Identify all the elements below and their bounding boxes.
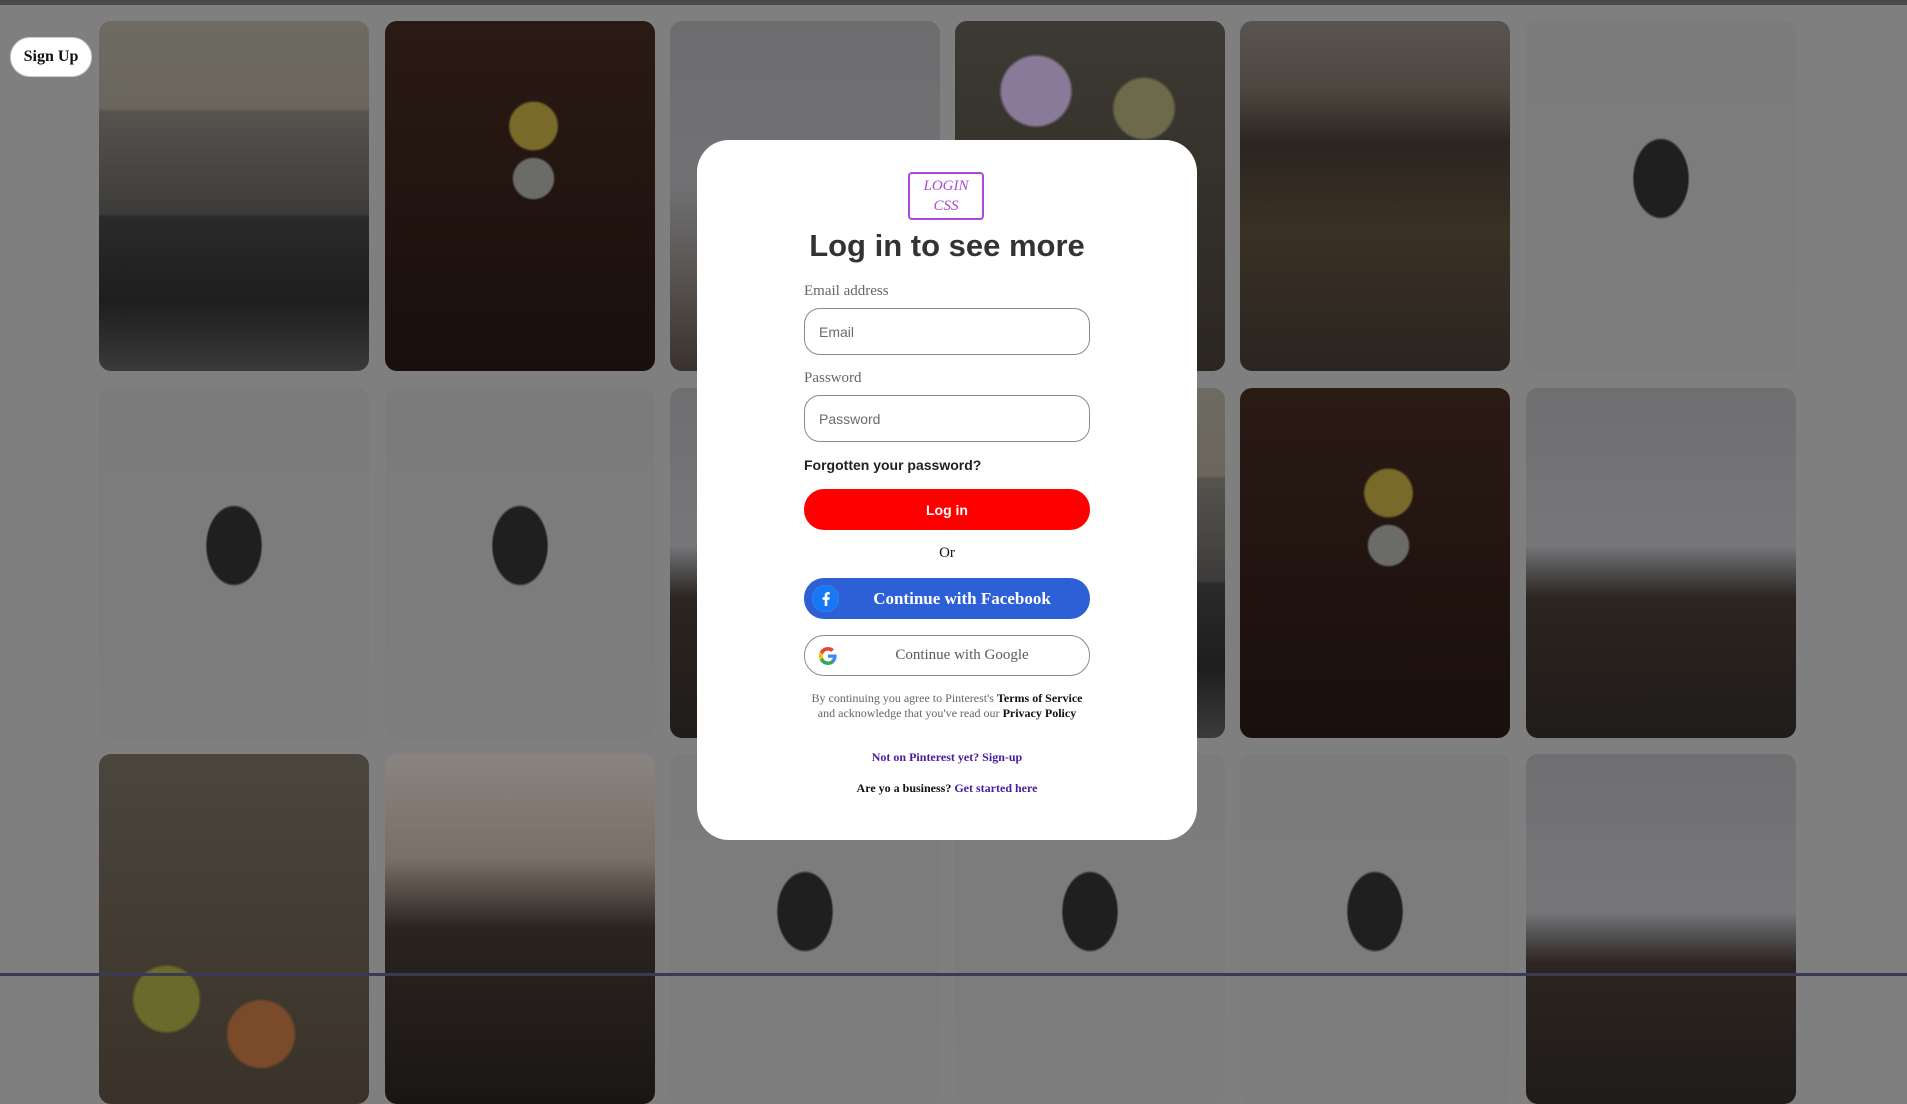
terms-middle: and acknowledge that you've read our bbox=[817, 706, 1000, 720]
pin-image[interactable] bbox=[1526, 754, 1796, 1104]
terms-text: By continuing you agree to Pinterest's T… bbox=[807, 691, 1087, 721]
or-divider: Or bbox=[939, 545, 955, 561]
google-button-label: Continue with Google bbox=[895, 647, 1029, 663]
facebook-button-label: Continue with Facebook bbox=[873, 588, 1051, 608]
password-label: Password bbox=[804, 370, 862, 386]
continue-with-google-button[interactable]: Continue with Google bbox=[804, 635, 1090, 676]
logo-line-2: CSS bbox=[933, 198, 959, 214]
signup-link[interactable]: Not on Pinterest yet? Sign-up bbox=[872, 750, 1022, 764]
business-prefix: Are yo a business? bbox=[856, 781, 952, 795]
pin-image[interactable] bbox=[385, 21, 655, 371]
login-modal: LOGIN CSS Log in to see more Email addre… bbox=[697, 140, 1197, 840]
email-label: Email address bbox=[804, 283, 889, 299]
pin-image[interactable] bbox=[99, 754, 369, 1104]
login-css-logo: LOGIN CSS bbox=[908, 172, 984, 220]
privacy-policy-link[interactable]: Privacy Policy bbox=[1003, 706, 1077, 720]
pin-image[interactable] bbox=[1526, 21, 1796, 371]
page-title: Log in to see more bbox=[809, 228, 1085, 263]
terms-prefix: By continuing you agree to Pinterest's bbox=[811, 691, 994, 705]
email-field[interactable] bbox=[804, 308, 1090, 355]
pin-image[interactable] bbox=[99, 388, 369, 738]
logo-line-1: LOGIN bbox=[923, 178, 969, 194]
forgot-password-link[interactable]: Forgotten your password? bbox=[804, 457, 981, 473]
pin-image[interactable] bbox=[385, 754, 655, 1104]
continue-with-facebook-button[interactable]: Continue with Facebook bbox=[804, 578, 1090, 619]
pin-image[interactable] bbox=[1240, 388, 1510, 738]
get-started-link[interactable]: Get started here bbox=[954, 781, 1037, 795]
terms-of-service-link[interactable]: Terms of Service bbox=[997, 691, 1083, 705]
pin-image[interactable] bbox=[1526, 388, 1796, 738]
not-on-pinterest-signup: Not on Pinterest yet? Sign-up bbox=[697, 750, 1197, 765]
business-prompt: Are yo a business? Get started here bbox=[697, 781, 1197, 796]
signup-button[interactable]: Sign Up bbox=[10, 37, 92, 77]
pin-image[interactable] bbox=[1240, 21, 1510, 371]
login-button[interactable]: Log in bbox=[804, 489, 1090, 530]
password-field[interactable] bbox=[804, 395, 1090, 442]
pin-image[interactable] bbox=[385, 388, 655, 738]
pin-image[interactable] bbox=[1240, 754, 1510, 1104]
pin-image[interactable] bbox=[99, 21, 369, 371]
